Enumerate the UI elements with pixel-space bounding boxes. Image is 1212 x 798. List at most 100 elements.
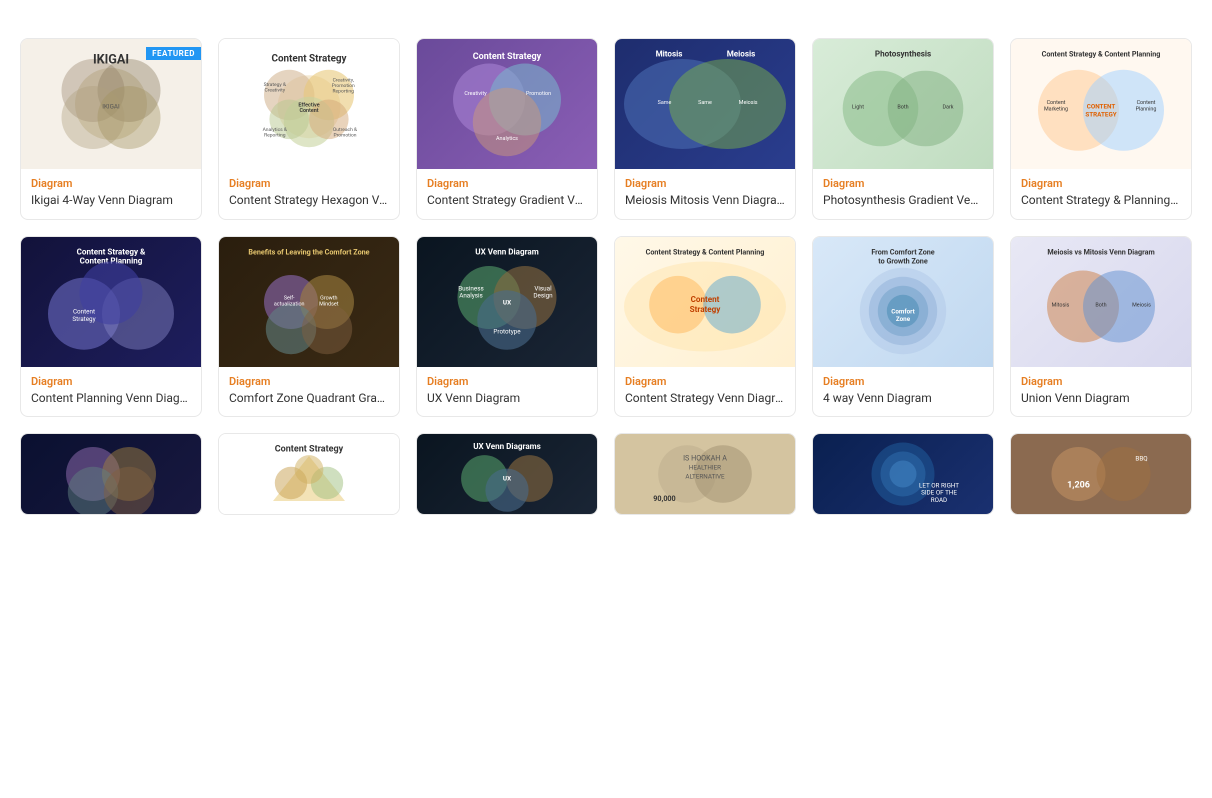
svg-text:CONTENT: CONTENT: [1087, 103, 1116, 111]
card-blue-circle[interactable]: LET OR RIGHT SIDE OF THE ROAD: [812, 433, 994, 515]
card-content-gradient[interactable]: Content Strategy Creativity Promotion An…: [416, 38, 598, 220]
svg-text:Design: Design: [533, 291, 553, 299]
card-comfort-zone[interactable]: Benefits of Leaving the Comfort Zone Sel…: [218, 236, 400, 418]
card-thumbnail-ikigai2: [21, 434, 201, 514]
card-thumbnail-content-venn: Content Strategy & Content Planning Cont…: [21, 237, 201, 367]
card-ux-venn2[interactable]: UX Venn Diagrams UX: [416, 433, 598, 515]
card-title-content-venn: Content Planning Venn Diagram: [31, 391, 191, 407]
card-title-union: Union Venn Diagram: [1021, 391, 1181, 407]
svg-text:IKIGAI: IKIGAI: [93, 53, 129, 68]
svg-text:Strategy: Strategy: [690, 303, 722, 313]
card-thumbnail-content-strategy-venn: Content Strategy & Content Planning Cont…: [615, 237, 795, 367]
svg-text:Photosynthesis: Photosynthesis: [875, 48, 931, 58]
svg-text:Analysis: Analysis: [459, 291, 483, 299]
svg-text:HEALTHIER: HEALTHIER: [689, 464, 721, 472]
card-meiosis[interactable]: Mitosis Meiosis Same Same Meiosis Diagra…: [614, 38, 796, 220]
card-label-ikigai: Diagram: [31, 177, 191, 190]
svg-text:Analytics: Analytics: [496, 136, 518, 142]
card-thumbnail-ux-venn2: UX Venn Diagrams UX: [417, 434, 597, 514]
svg-text:Meiosis: Meiosis: [739, 100, 758, 106]
card-body-content-gradient: Diagram Content Strategy Gradient Venn...: [417, 169, 597, 219]
card-thumbnail-photosynthesis: Photosynthesis Light Both Dark: [813, 39, 993, 169]
svg-text:Creativity: Creativity: [265, 87, 286, 93]
card-body-photosynthesis: DiagramPhotosynthesis Gradient Venn D...: [813, 169, 993, 219]
card-ikigai2[interactable]: [20, 433, 202, 515]
card-hookah[interactable]: IS HOOKAH A HEALTHIER ALTERNATIVE 90,000: [614, 433, 796, 515]
card-title-4way: 4 way Venn Diagram: [823, 391, 983, 407]
svg-text:Content Strategy & Content Pla: Content Strategy & Content Planning: [1042, 49, 1161, 58]
card-thumbnail-content-strategy2: Content Strategy: [219, 434, 399, 514]
card-label-content-strategy-venn: Diagram: [625, 375, 785, 388]
card-thumbnail-blue-circle: LET OR RIGHT SIDE OF THE ROAD: [813, 434, 993, 514]
card-label-ux-venn: Diagram: [427, 375, 587, 388]
card-thumbnail-hookah: IS HOOKAH A HEALTHIER ALTERNATIVE 90,000: [615, 434, 795, 514]
svg-text:Creativity: Creativity: [464, 91, 487, 97]
svg-text:Mitosis: Mitosis: [656, 48, 683, 58]
card-title-content-planning: Content Strategy & Planning Ve...: [1021, 193, 1181, 209]
card-body-comfort-zone: DiagramComfort Zone Quadrant Graph: [219, 367, 399, 417]
svg-text:Both: Both: [1095, 302, 1106, 308]
svg-text:Zone: Zone: [896, 314, 911, 322]
svg-text:UX: UX: [503, 298, 511, 306]
card-thumbnail-content-gradient: Content Strategy Creativity Promotion An…: [417, 39, 597, 169]
card-thumbnail-content-strategy-hex: Content Strategy Strategy & Creativity C…: [219, 39, 399, 169]
card-content-planning[interactable]: Content Strategy & Content Planning Cont…: [1010, 38, 1192, 220]
card-body-content-strategy-venn: Diagram Content Strategy Venn Diagram: [615, 367, 795, 417]
card-content-strategy-hex[interactable]: Content Strategy Strategy & Creativity C…: [218, 38, 400, 220]
card-content-strategy-venn[interactable]: Content Strategy & Content Planning Cont…: [614, 236, 796, 418]
svg-text:From Comfort Zone: From Comfort Zone: [871, 247, 934, 256]
card-title-content-gradient: Content Strategy Gradient Venn...: [427, 193, 587, 209]
card-4way[interactable]: From Comfort Zone to Growth Zone Comfort…: [812, 236, 994, 418]
card-content-strategy2[interactable]: Content Strategy: [218, 433, 400, 515]
card-title-ux-venn: UX Venn Diagram: [427, 391, 587, 407]
svg-text:Dark: Dark: [943, 105, 954, 111]
card-title-content-strategy-venn: Content Strategy Venn Diagram: [625, 391, 785, 407]
svg-text:Meiosis vs Mitosis Venn Diagra: Meiosis vs Mitosis Venn Diagram: [1047, 247, 1154, 256]
svg-text:Same: Same: [698, 100, 712, 106]
svg-text:Mitosis: Mitosis: [1052, 302, 1070, 308]
card-thumbnail-ux-venn: UX Venn Diagram Business Analysis Visual…: [417, 237, 597, 367]
svg-text:Content: Content: [1137, 100, 1156, 106]
svg-text:Reporting: Reporting: [264, 132, 286, 138]
card-body-content-venn: DiagramContent Planning Venn Diagram: [21, 367, 201, 417]
svg-text:ROAD: ROAD: [931, 496, 947, 504]
card-road[interactable]: 1,206 BBQ: [1010, 433, 1192, 515]
svg-text:Content: Content: [299, 108, 318, 114]
card-body-content-strategy-hex: DiagramContent Strategy Hexagon Venn...: [219, 169, 399, 219]
svg-text:Meiosis: Meiosis: [1132, 302, 1151, 308]
card-thumbnail-content-planning: Content Strategy & Content Planning Cont…: [1011, 39, 1191, 169]
card-body-ikigai: DiagramIkigai 4-Way Venn Diagram: [21, 169, 201, 219]
card-union[interactable]: Meiosis vs Mitosis Venn Diagram Mitosis …: [1010, 236, 1192, 418]
svg-text:UX Venn Diagram: UX Venn Diagram: [475, 246, 538, 256]
svg-text:Meiosis: Meiosis: [727, 48, 756, 58]
svg-text:Planning: Planning: [1136, 106, 1157, 112]
card-thumbnail-road: 1,206 BBQ: [1011, 434, 1191, 514]
svg-text:IS HOOKAH A: IS HOOKAH A: [683, 454, 727, 463]
card-label-union: Diagram: [1021, 375, 1181, 388]
card-body-content-planning: Diagram Content Strategy & Planning Ve...: [1011, 169, 1191, 219]
card-label-comfort-zone: Diagram: [229, 375, 389, 388]
svg-text:Content: Content: [691, 294, 720, 304]
svg-text:Content Strategy & Content Pla: Content Strategy & Content Planning: [646, 247, 765, 256]
svg-text:Prototype: Prototype: [493, 327, 521, 335]
card-label-content-strategy-hex: Diagram: [229, 177, 389, 190]
svg-text:IKIGAI: IKIGAI: [102, 103, 120, 111]
svg-text:Both: Both: [897, 105, 908, 111]
card-label-content-gradient: Diagram: [427, 177, 587, 190]
svg-text:ALTERNATIVE: ALTERNATIVE: [685, 473, 725, 481]
svg-text:Content Strategy: Content Strategy: [473, 52, 542, 62]
card-label-content-planning: Diagram: [1021, 177, 1181, 190]
svg-text:Content Strategy: Content Strategy: [271, 54, 346, 65]
card-photosynthesis[interactable]: Photosynthesis Light Both Dark DiagramPh…: [812, 38, 994, 220]
svg-text:Reporting: Reporting: [333, 88, 355, 94]
card-thumbnail-meiosis: Mitosis Meiosis Same Same Meiosis: [615, 39, 795, 169]
card-ux-venn[interactable]: UX Venn Diagram Business Analysis Visual…: [416, 236, 598, 418]
card-label-photosynthesis: Diagram: [823, 177, 983, 190]
card-body-ux-venn: Diagram UX Venn Diagram: [417, 367, 597, 417]
svg-text:90,000: 90,000: [653, 494, 675, 503]
svg-text:Promotion: Promotion: [526, 91, 551, 97]
card-ikigai[interactable]: IKIGAI IKIGAI FEATURED DiagramIkigai 4-W…: [20, 38, 202, 220]
svg-text:Mindset: Mindset: [319, 301, 339, 307]
card-content-venn[interactable]: Content Strategy & Content Planning Cont…: [20, 236, 202, 418]
card-title-meiosis: Meiosis Mitosis Venn Diagram: [625, 193, 785, 209]
